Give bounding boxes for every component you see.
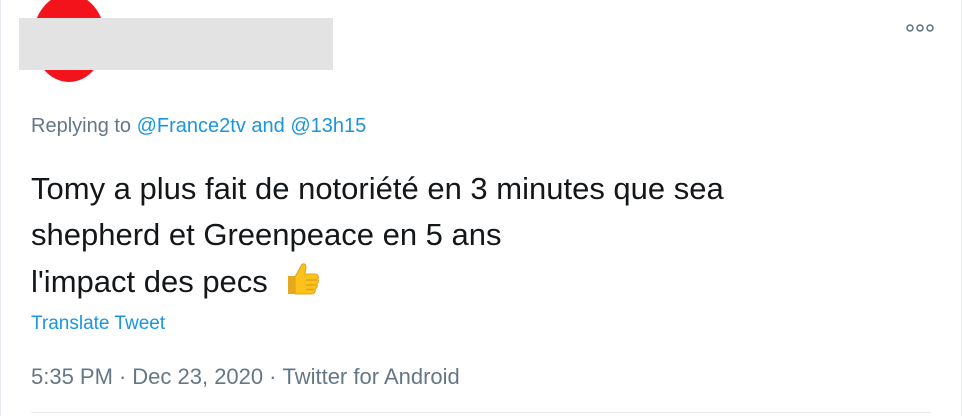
- tweet-text-line: Tomy a plus fait de notoriété en 3 minut…: [31, 171, 724, 206]
- translate-tweet-link[interactable]: Translate Tweet: [31, 313, 165, 335]
- mention-link-13h15[interactable]: @13h15: [290, 115, 366, 137]
- tweet-text-line: l'impact des pecs: [31, 258, 911, 311]
- separator: ·: [118, 364, 127, 389]
- redacted-user-name: [19, 18, 333, 70]
- thumbs-up-icon: [282, 258, 322, 311]
- separator: ·: [269, 364, 277, 389]
- mention-link-france2tv[interactable]: @France2tv: [137, 115, 246, 137]
- divider: [31, 412, 931, 413]
- tweet-time[interactable]: 5:35 PM: [31, 364, 113, 389]
- tweet-text: Tomy a plus fait de notoriété en 3 minut…: [31, 166, 911, 311]
- tweet-text-line: shepherd et Greenpeace en 5 ans: [31, 217, 502, 252]
- replying-to-label: Replying to: [31, 115, 132, 137]
- tweet-text-line-content: l'impact des pecs: [31, 264, 268, 299]
- replying-to-line: Replying to @France2tv and @13h15: [31, 115, 366, 138]
- tweet-source[interactable]: Twitter for Android: [282, 364, 459, 389]
- tweet-date[interactable]: Dec 23, 2020: [132, 364, 263, 389]
- tweet-metadata: 5:35 PM · Dec 23, 2020 · Twitter for Android: [31, 364, 460, 390]
- tweet-card: Replying to @France2tv and @13h15 Tomy a…: [0, 0, 962, 416]
- and-joiner: and: [251, 115, 285, 137]
- more-options-icon[interactable]: [905, 14, 935, 42]
